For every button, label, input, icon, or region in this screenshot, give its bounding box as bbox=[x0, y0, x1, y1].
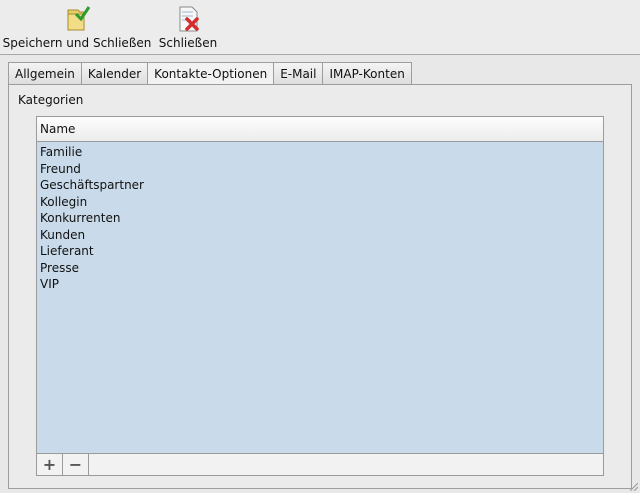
list-item[interactable]: Familie bbox=[37, 144, 603, 161]
list-item[interactable]: Kunden bbox=[37, 227, 603, 244]
save-and-close-label: Speichern und Schließen bbox=[2, 36, 152, 50]
categories-label: Kategorien bbox=[18, 93, 84, 107]
tab-kalender[interactable]: Kalender bbox=[81, 62, 149, 84]
resize-grip-icon[interactable] bbox=[630, 483, 638, 491]
tab-imap-konten[interactable]: IMAP-Konten bbox=[323, 62, 412, 84]
list-item[interactable]: Lieferant bbox=[37, 243, 603, 260]
tab-email[interactable]: E-Mail bbox=[274, 62, 324, 84]
document-x-icon bbox=[179, 6, 199, 32]
folder-check-icon bbox=[67, 6, 91, 31]
categories-table: Name Familie Freund Geschäftspartner Kol… bbox=[36, 116, 604, 476]
tab-allgemein[interactable]: Allgemein bbox=[8, 62, 82, 84]
close-label: Schließen bbox=[158, 36, 218, 50]
list-item[interactable]: VIP bbox=[37, 276, 603, 293]
tab-kontakte-optionen[interactable]: Kontakte-Optionen bbox=[148, 62, 275, 85]
list-item[interactable]: Kollegin bbox=[37, 194, 603, 211]
list-item[interactable]: Konkurrenten bbox=[37, 210, 603, 227]
list-item[interactable]: Geschäftspartner bbox=[37, 177, 603, 194]
save-and-close-button[interactable]: Speichern und Schließen bbox=[2, 0, 152, 54]
tab-panel: Kategorien Name Familie Freund Geschäfts… bbox=[8, 84, 632, 489]
tab-bar: Allgemein Kalender Kontakte-Optionen E-M… bbox=[8, 62, 412, 85]
list-item[interactable]: Freund bbox=[37, 161, 603, 178]
close-button[interactable]: Schließen bbox=[156, 0, 220, 54]
column-header-name[interactable]: Name bbox=[37, 117, 603, 142]
add-category-button[interactable]: + bbox=[37, 454, 63, 475]
table-footer: + − bbox=[37, 453, 603, 475]
categories-list: Familie Freund Geschäftspartner Kollegin… bbox=[37, 142, 603, 293]
remove-category-button[interactable]: − bbox=[63, 454, 89, 475]
list-item[interactable]: Presse bbox=[37, 260, 603, 277]
toolbar: Speichern und Schließen Schließen bbox=[0, 0, 640, 55]
